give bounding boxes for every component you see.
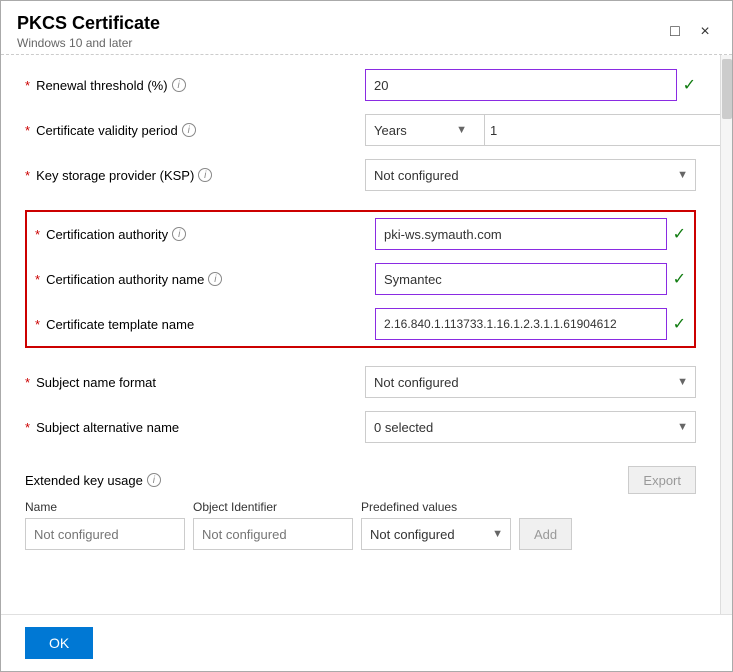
subject-alt-label-col: * Subject alternative name xyxy=(25,420,365,435)
cert-authority-name-input-col: ✓ xyxy=(375,263,686,295)
required-star-5: * xyxy=(35,272,40,287)
cert-authority-input-col: ✓ xyxy=(375,218,686,250)
subject-alt-input-col: 0 selected ▼ xyxy=(365,411,696,443)
cert-template-label-col: * Certificate template name xyxy=(35,317,375,332)
validity-value-input[interactable] xyxy=(481,114,732,146)
renewal-threshold-input-col: ✓ xyxy=(365,69,696,101)
eku-object-id-col-label: Object Identifier xyxy=(193,500,353,514)
certificate-validity-label-col: * Certificate validity period i xyxy=(25,123,365,138)
cert-authority-info-icon[interactable]: i xyxy=(172,227,186,241)
subject-alt-select-wrap: 0 selected ▼ xyxy=(365,411,696,443)
renewal-threshold-input[interactable] xyxy=(365,69,677,101)
validity-group: Years Months Days ▼ xyxy=(365,114,732,146)
subject-name-row: * Subject name format Not configured ▼ xyxy=(25,360,696,405)
scrollbar-thumb[interactable] xyxy=(722,59,732,119)
key-storage-info-icon[interactable]: i xyxy=(198,168,212,182)
subject-name-input-col: Not configured ▼ xyxy=(365,366,696,398)
eku-predefined-select[interactable]: Not configured xyxy=(361,518,511,550)
subject-name-select[interactable]: Not configured xyxy=(365,366,696,398)
key-storage-label-col: * Key storage provider (KSP) i xyxy=(25,168,365,183)
cert-template-input[interactable] xyxy=(375,308,667,340)
eku-label: Extended key usage xyxy=(25,473,143,488)
cert-template-row: * Certificate template name ✓ xyxy=(27,301,694,346)
eku-name-col-label: Name xyxy=(25,500,185,514)
cert-authority-check-icon: ✓ xyxy=(673,224,686,244)
dialog-controls: □ × xyxy=(664,21,716,43)
cert-authority-label: Certification authority xyxy=(46,227,168,242)
key-storage-input-col: Not configured ▼ xyxy=(365,159,696,191)
eku-header: Extended key usage i Export xyxy=(25,466,696,494)
cert-template-input-col: ✓ xyxy=(375,308,686,340)
highlight-section: * Certification authority i ✓ * xyxy=(25,210,696,348)
title-group: PKCS Certificate Windows 10 and later xyxy=(17,13,160,50)
cert-authority-name-info-icon[interactable]: i xyxy=(208,272,222,286)
cert-authority-row: * Certification authority i ✓ xyxy=(27,212,694,256)
eku-predefined-col-label: Predefined values xyxy=(361,500,511,514)
eku-object-id-col: Object Identifier xyxy=(193,500,353,550)
form-area-2: * Subject name format Not configured ▼ xyxy=(1,352,720,458)
dialog-subtitle: Windows 10 and later xyxy=(17,36,160,50)
cert-authority-name-check-icon: ✓ xyxy=(673,269,686,289)
minimize-button[interactable]: □ xyxy=(664,21,686,43)
export-button[interactable]: Export xyxy=(628,466,696,494)
key-storage-label: Key storage provider (KSP) xyxy=(36,168,194,183)
renewal-threshold-label: Renewal threshold (%) xyxy=(36,78,168,93)
form-area: * Renewal threshold (%) i ✓ * Certificat… xyxy=(1,55,720,206)
subject-name-label-col: * Subject name format xyxy=(25,375,365,390)
subject-alt-label: Subject alternative name xyxy=(36,420,179,435)
validity-type-wrap: Years Months Days ▼ xyxy=(365,114,475,146)
eku-object-id-input[interactable] xyxy=(193,518,353,550)
eku-name-col: Name xyxy=(25,500,185,550)
highlight-section-wrapper: * Certification authority i ✓ * xyxy=(25,210,696,348)
renewal-threshold-row: * Renewal threshold (%) i ✓ xyxy=(25,63,696,108)
dialog-titlebar: PKCS Certificate Windows 10 and later □ … xyxy=(1,1,732,54)
subject-alt-row: * Subject alternative name 0 selected ▼ xyxy=(25,405,696,450)
key-storage-select-wrap: Not configured ▼ xyxy=(365,159,696,191)
cert-authority-label-col: * Certification authority i xyxy=(35,227,375,242)
eku-name-input[interactable] xyxy=(25,518,185,550)
ok-button[interactable]: OK xyxy=(25,627,93,659)
subject-alt-select[interactable]: 0 selected xyxy=(365,411,696,443)
cert-authority-name-input[interactable] xyxy=(375,263,667,295)
cert-authority-input[interactable] xyxy=(375,218,667,250)
eku-section: Extended key usage i Export Name Object … xyxy=(1,458,720,558)
dialog-body: * Renewal threshold (%) i ✓ * Certificat… xyxy=(1,55,732,614)
scrollbar[interactable] xyxy=(720,55,732,614)
dialog-footer: OK xyxy=(1,614,732,671)
required-star: * xyxy=(25,78,30,93)
renewal-threshold-info-icon[interactable]: i xyxy=(172,78,186,92)
key-storage-select[interactable]: Not configured xyxy=(365,159,696,191)
close-button[interactable]: × xyxy=(694,21,716,43)
renewal-threshold-check-icon: ✓ xyxy=(683,75,696,95)
required-star-7: * xyxy=(25,375,30,390)
certificate-validity-info-icon[interactable]: i xyxy=(182,123,196,137)
eku-predefined-select-wrap: Not configured ▼ xyxy=(361,518,511,550)
required-star-2: * xyxy=(25,123,30,138)
eku-predefined-col: Predefined values Not configured ▼ xyxy=(361,500,511,550)
cert-authority-name-row: * Certification authority name i ✓ xyxy=(27,256,694,301)
renewal-threshold-label-col: * Renewal threshold (%) i xyxy=(25,78,365,93)
required-star-6: * xyxy=(35,317,40,332)
cert-authority-name-label-col: * Certification authority name i xyxy=(35,272,375,287)
certificate-validity-row: * Certificate validity period i Years Mo… xyxy=(25,108,696,153)
cert-template-label: Certificate template name xyxy=(46,317,194,332)
certificate-validity-input-col: Years Months Days ▼ xyxy=(365,114,732,146)
subject-name-select-wrap: Not configured ▼ xyxy=(365,366,696,398)
cert-authority-name-label: Certification authority name xyxy=(46,272,204,287)
validity-type-select[interactable]: Years Months Days xyxy=(365,114,485,146)
eku-columns: Name Object Identifier Predefined values… xyxy=(25,500,696,550)
required-star-8: * xyxy=(25,420,30,435)
pkcs-certificate-dialog: PKCS Certificate Windows 10 and later □ … xyxy=(0,0,733,672)
subject-name-label: Subject name format xyxy=(36,375,156,390)
cert-template-check-icon: ✓ xyxy=(673,314,686,334)
key-storage-row: * Key storage provider (KSP) i Not confi… xyxy=(25,153,696,198)
required-star-3: * xyxy=(25,168,30,183)
add-button[interactable]: Add xyxy=(519,518,572,550)
eku-info-icon[interactable]: i xyxy=(147,473,161,487)
dialog-title: PKCS Certificate xyxy=(17,13,160,34)
certificate-validity-label: Certificate validity period xyxy=(36,123,178,138)
eku-label-group: Extended key usage i xyxy=(25,473,161,488)
required-star-4: * xyxy=(35,227,40,242)
